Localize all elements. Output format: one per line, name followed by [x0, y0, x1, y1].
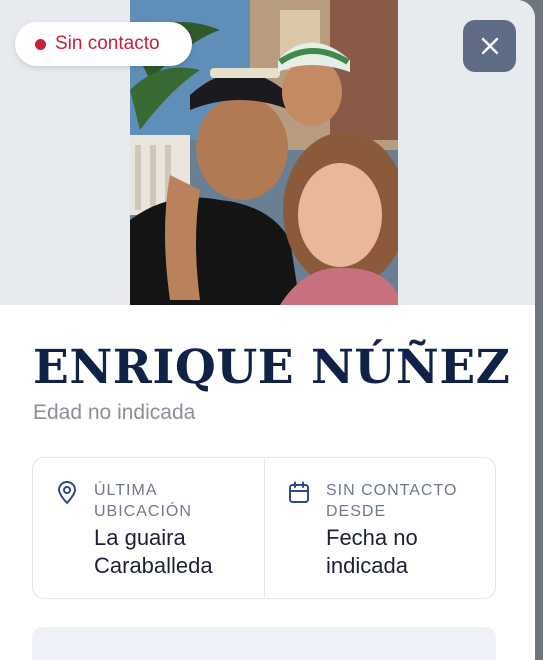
- last-location-value: La guaira Caraballeda: [94, 525, 213, 578]
- next-section: [32, 627, 496, 660]
- last-location-section: ÚLTIMA UBICACIÓN La guaira Caraballeda: [33, 458, 264, 598]
- close-button[interactable]: [463, 20, 516, 72]
- close-icon: [481, 37, 498, 55]
- info-panel: ÚLTIMA UBICACIÓN La guaira Caraballeda S…: [32, 457, 496, 599]
- no-contact-since-section: SIN CONTACTO DESDE Fecha no indicada: [265, 458, 496, 598]
- no-contact-since-label: SIN CONTACTO DESDE: [326, 482, 458, 520]
- calendar-icon: [288, 481, 310, 510]
- last-location-label: ÚLTIMA UBICACIÓN: [94, 482, 192, 520]
- status-dot-icon: [35, 38, 46, 50]
- status-label: Sin contacto: [55, 33, 160, 54]
- photo-header: Sin contacto: [0, 0, 535, 305]
- status-badge: Sin contacto: [15, 22, 192, 66]
- person-age: Edad no indicada: [33, 401, 196, 424]
- person-name: ENRIQUE NÚÑEZ: [33, 340, 511, 395]
- location-pin-icon: [56, 481, 78, 510]
- no-contact-since-value: Fecha no indicada: [326, 525, 418, 578]
- person-card: Sin contacto ENRIQUE NÚÑEZ Edad no indic…: [0, 0, 535, 660]
